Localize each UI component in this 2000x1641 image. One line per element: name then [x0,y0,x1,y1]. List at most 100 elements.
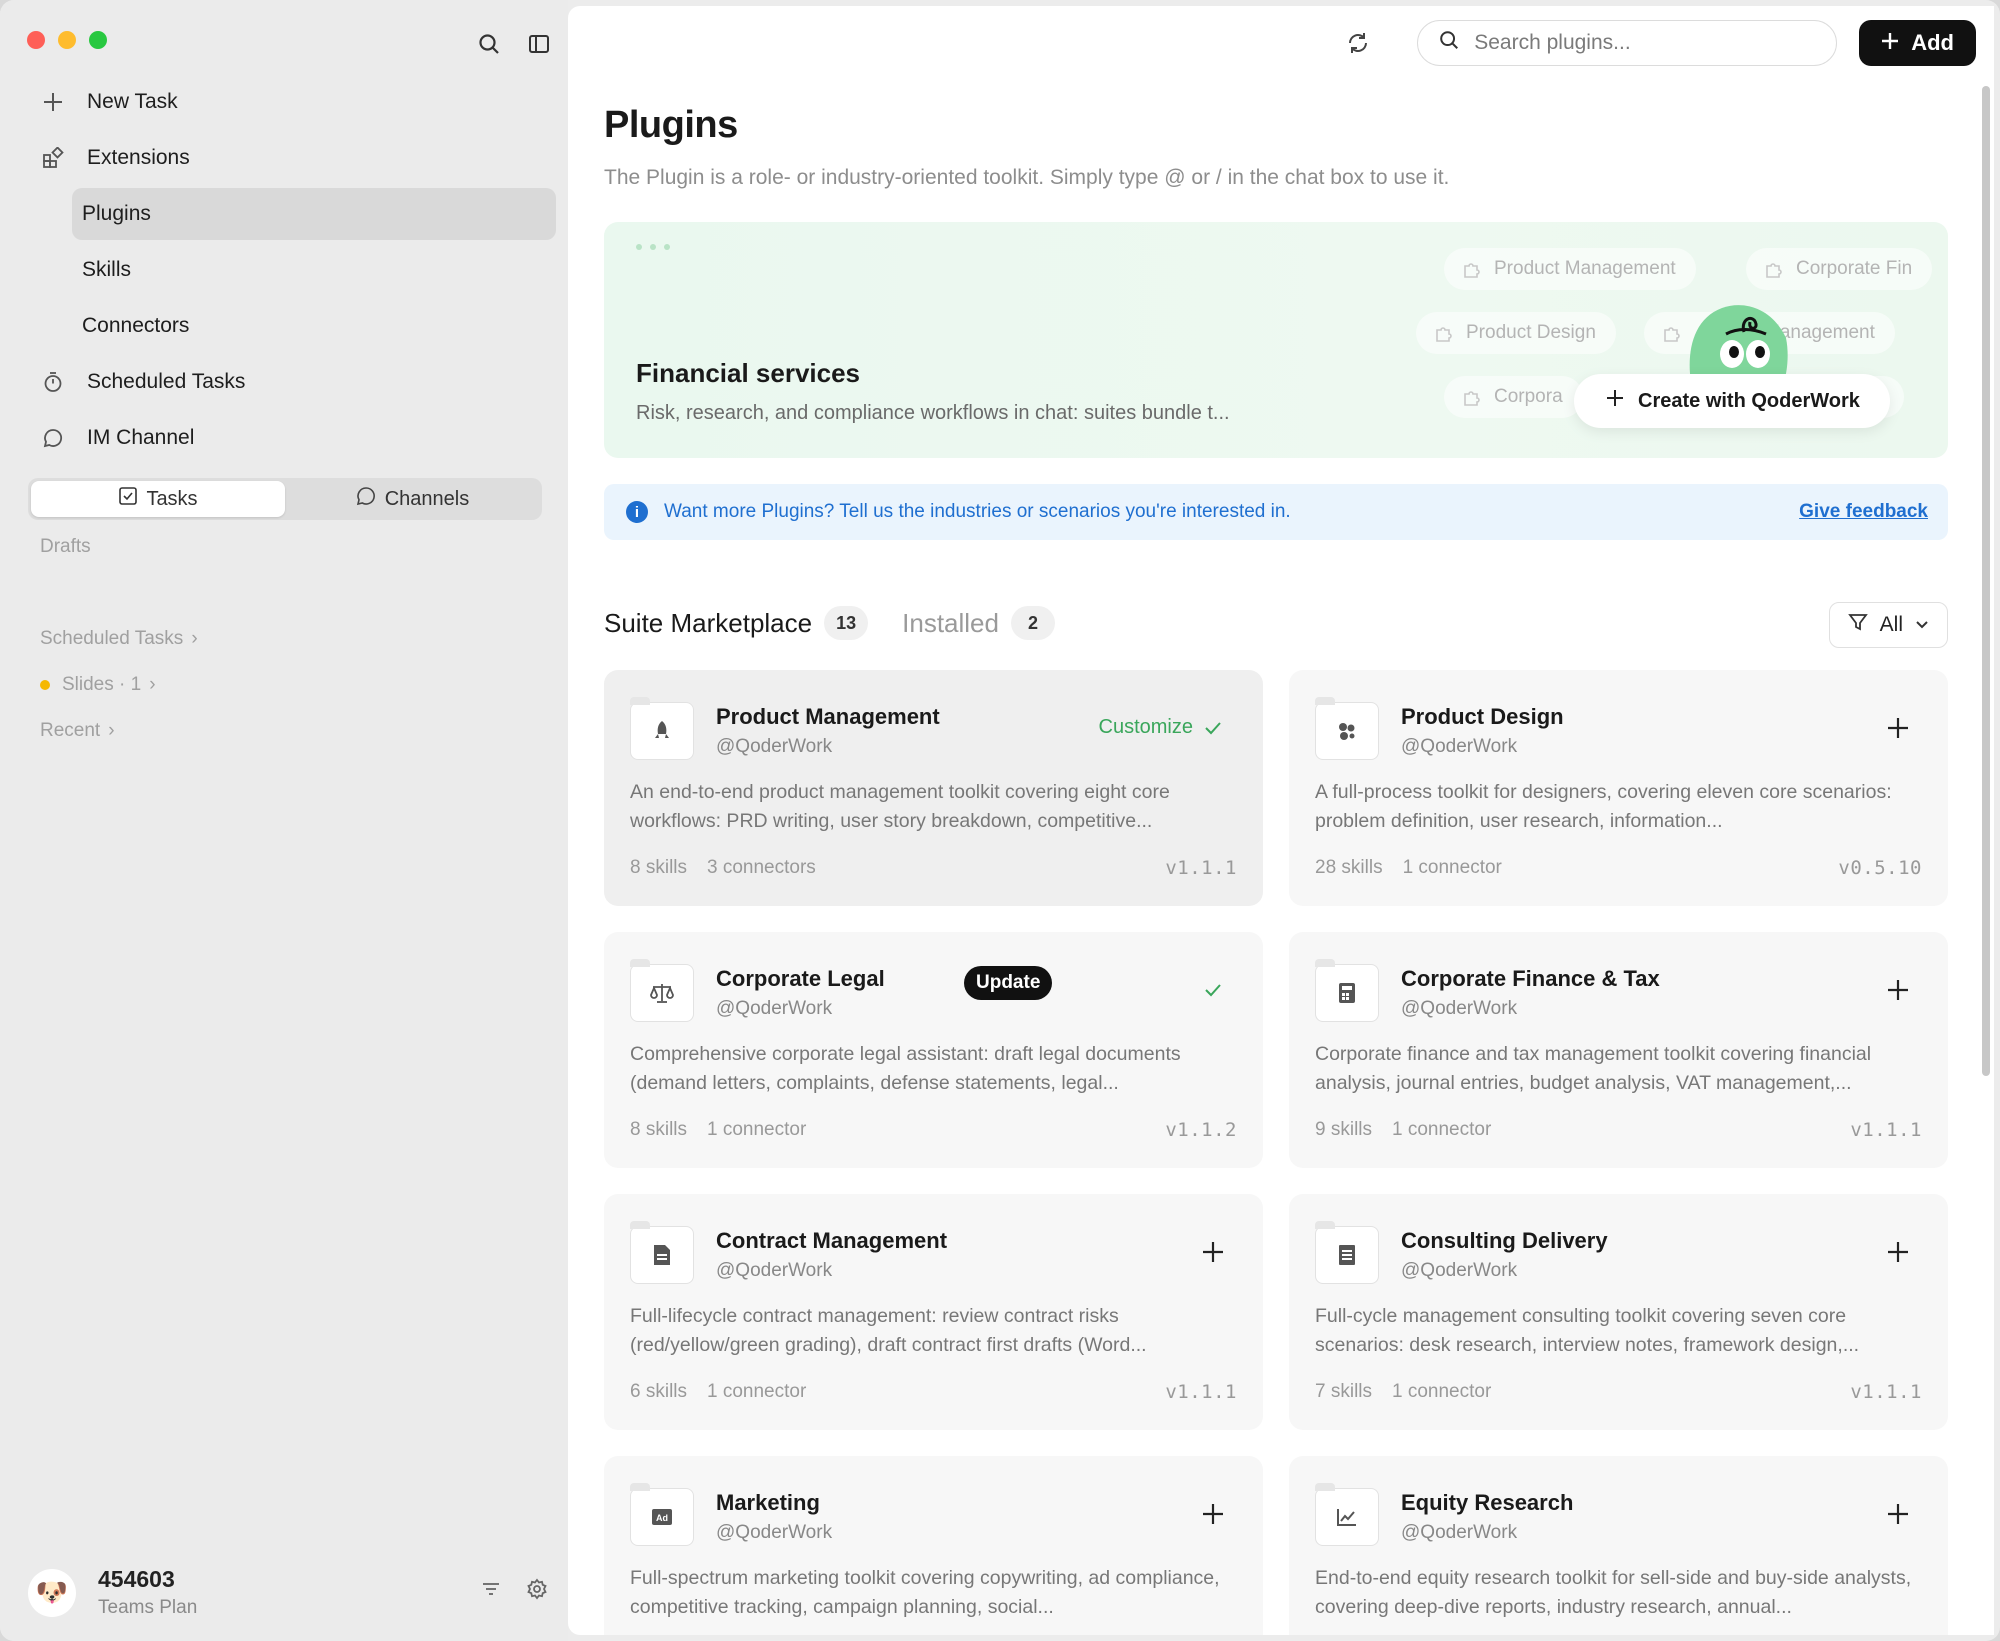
card-meta: 28 skills 1 connector [1315,857,1502,879]
plugin-card[interactable]: Contract Management @QoderWork Full-life… [604,1194,1263,1430]
check-icon [1199,976,1227,1004]
info-icon: i [626,501,648,523]
puzzle-icon [1764,259,1784,279]
tab-tasks[interactable]: Tasks [31,481,285,517]
add-plugin-button[interactable] [1884,1500,1912,1528]
recent-label: Recent [40,720,101,741]
update-badge[interactable]: Update [964,966,1053,1000]
search-icon[interactable] [477,32,501,56]
connectors-count: 1 connector [707,1381,807,1402]
add-plugin-button[interactable] [1884,976,1912,1004]
plugin-card[interactable]: Product Management @QoderWork Customize … [604,670,1263,906]
sidebar-item-scheduled-tasks[interactable]: Scheduled Tasks [30,356,556,408]
tab-suite-marketplace[interactable]: Suite Marketplace 13 [604,606,869,640]
card-meta: 8 skills 3 connectors [630,857,816,879]
zoom-window-button[interactable] [89,31,107,49]
puzzle-icon [1462,259,1482,279]
sidebar-item-skills[interactable]: Skills [30,244,556,296]
timer-icon [40,369,66,395]
create-button-label: Create with QoderWork [1638,389,1860,412]
scheduled-tasks-section[interactable]: Scheduled Tasks › [40,628,198,650]
count-badge: 2 [1010,606,1055,640]
add-plugin-button[interactable] [1199,1500,1227,1528]
add-plugin-button[interactable] [1884,714,1912,742]
card-author: @QoderWork [1401,1260,1518,1281]
banner-chip: Product Design [1416,312,1616,354]
plus-icon [1881,30,1899,56]
sidebar-item-plugins[interactable]: Plugins [72,188,556,240]
search-input[interactable] [1474,31,1805,55]
tab-installed[interactable]: Installed 2 [902,606,1055,640]
drafts-section[interactable]: Drafts [40,536,91,558]
chevron-down-icon [1915,613,1929,637]
svg-text:Ad: Ad [656,1513,668,1523]
sidebar-toggle-icon[interactable] [527,32,551,56]
card-description: End-to-end equity research toolkit for s… [1315,1567,1912,1618]
plugin-card[interactable]: Product Design @QoderWork A full-process… [1289,670,1948,906]
tab-channels[interactable]: Channels [285,481,539,517]
document-icon [630,1221,694,1284]
user-profile[interactable]: 🐶 454603 Teams Plan [28,1566,548,1619]
plugin-card[interactable]: Corporate Finance & Tax @QoderWork Corpo… [1289,932,1948,1168]
sidebar-item-im-channel[interactable]: IM Channel [30,412,556,464]
card-author: @QoderWork [716,736,833,757]
card-title: Consulting Delivery [1401,1228,1608,1253]
calculator-icon [1315,959,1379,1022]
tasks-channels-toggle: Tasks Channels [28,478,542,520]
create-with-qoderwork-button[interactable]: Create with QoderWork [1574,374,1890,428]
banner-chip: Product Management [1444,248,1696,290]
card-author: @QoderWork [1401,736,1518,757]
sidebar-item-label: Connectors [82,314,190,337]
avatar: 🐶 [28,1568,76,1617]
feedback-banner: i Want more Plugins? Tell us the industr… [604,484,1948,540]
plugin-card[interactable]: Corporate Legal @QoderWork Update Compre… [604,932,1263,1168]
scrollbar[interactable] [1982,86,1990,1076]
card-title: Equity Research [1401,1490,1574,1515]
design-dots-icon [1315,697,1379,760]
card-author: @QoderWork [1401,998,1518,1019]
carousel-dots [636,244,670,250]
connectors-count: 3 connectors [707,857,816,878]
featured-banner[interactable]: Financial services Risk, research, and c… [604,222,1948,458]
count-badge: 13 [824,606,869,640]
plugin-card[interactable]: Consulting Delivery @QoderWork Full-cycl… [1289,1194,1948,1430]
card-title: Marketing [716,1490,820,1515]
plugin-grid: Product Management @QoderWork Customize … [604,670,1948,1635]
sidebar-item-new-task[interactable]: New Task [30,76,556,128]
add-button[interactable]: Add [1859,20,1976,66]
search-input-wrap[interactable] [1417,20,1838,66]
gear-icon[interactable] [526,1578,548,1605]
check-icon [1199,714,1227,742]
add-plugin-button[interactable] [1199,1238,1227,1266]
version-label: v1.1.1 [1850,1119,1922,1141]
customize-button[interactable]: Customize [1099,716,1193,739]
plugin-card[interactable]: Equity Research @QoderWork End-to-end eq… [1289,1456,1948,1635]
filter-dropdown[interactable]: All [1828,602,1948,648]
skills-count: 9 skills [1315,1119,1373,1140]
plugin-card[interactable]: Ad Marketing @QoderWork Full-spectrum ma… [604,1456,1263,1635]
add-plugin-button[interactable] [1884,1238,1912,1266]
skills-count: 8 skills [630,857,688,878]
give-feedback-link[interactable]: Give feedback [1799,501,1928,523]
banner-chip: Corpora [1444,376,1583,418]
sidebar-item-extensions[interactable]: Extensions [30,132,556,184]
line-chart-icon [1315,1483,1379,1546]
app-window: New Task Extensions Plugins Skills Conne… [0,0,2000,1641]
extensions-icon [40,145,66,171]
sidebar-item-connectors[interactable]: Connectors [30,300,556,352]
slides-section[interactable]: Slides · 1 › [40,674,156,696]
refresh-icon[interactable] [1343,28,1373,58]
filter-lines-icon[interactable] [480,1578,502,1605]
search-icon [1438,29,1460,57]
close-window-button[interactable] [27,31,45,49]
checkbox-icon [118,486,138,512]
card-title: Product Design [1401,704,1564,729]
chat-bubble-icon [40,425,66,451]
recent-section[interactable]: Recent › [40,720,115,742]
minimize-window-button[interactable] [58,31,76,49]
version-label: v1.1.1 [1165,857,1237,879]
card-description: An end-to-end product management toolkit… [630,781,1170,832]
filter-value: All [1879,613,1903,636]
chat-bubble-icon [355,485,377,513]
scales-icon [630,959,694,1022]
